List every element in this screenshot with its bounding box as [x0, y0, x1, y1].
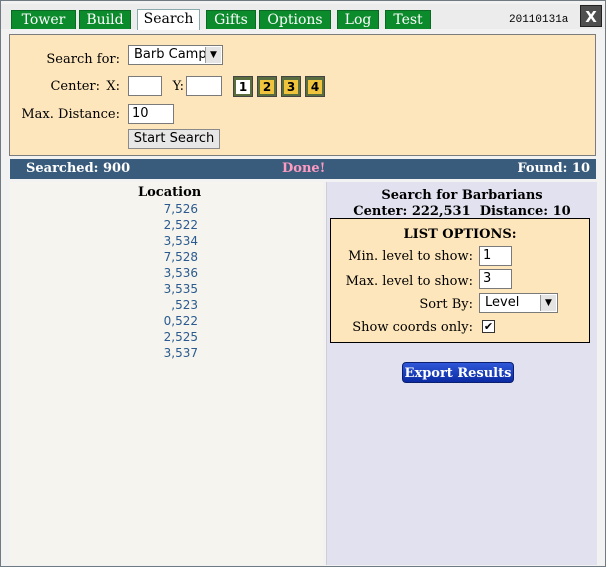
location-link[interactable]: 3,537	[138, 346, 198, 360]
chevron-down-icon: ▼	[205, 47, 221, 63]
y-label: Y:	[172, 79, 184, 94]
chevron-down-icon: ▼	[540, 295, 556, 311]
location-link[interactable]: 3,535	[138, 282, 198, 296]
version-label: 20110131a	[509, 14, 569, 26]
city-4-label: 4	[308, 80, 322, 94]
sort-by-label: Sort By:	[419, 297, 473, 312]
location-link[interactable]: 2,522	[138, 218, 198, 232]
city-4-button[interactable]: 4	[305, 76, 325, 97]
list-options-header: LIST OPTIONS:	[403, 227, 517, 242]
summary-center-distance: Center: 222,531 Distance: 10	[327, 204, 597, 219]
city-3-button[interactable]: 3	[281, 76, 301, 97]
city-1-button[interactable]: 1	[233, 76, 253, 97]
list-options-box: LIST OPTIONS: Min. level to show: 1 Max.…	[330, 218, 590, 343]
tab-test[interactable]: Test	[385, 10, 431, 29]
x-coordinate-input[interactable]	[128, 76, 162, 96]
max-distance-label: Max. Distance:	[21, 107, 120, 122]
tab-options[interactable]: Options	[259, 10, 331, 29]
summary-title: Search for Barbarians	[381, 188, 543, 203]
city-2-label: 2	[260, 80, 274, 94]
searched-count: Searched: 900	[26, 161, 131, 176]
results-pane: Location 7,526 2,522 3,534 7,528 3,536 3…	[10, 182, 323, 565]
location-link[interactable]: 7,528	[138, 250, 198, 264]
close-button[interactable]: X	[580, 5, 602, 27]
tab-build[interactable]: Build	[79, 10, 131, 29]
city-1-label: 1	[236, 80, 250, 94]
tab-tower[interactable]: Tower	[11, 10, 76, 29]
city-2-button[interactable]: 2	[257, 76, 277, 97]
min-level-input[interactable]: 1	[479, 246, 512, 266]
min-level-label: Min. level to show:	[348, 249, 473, 264]
search-for-label: Search for:	[46, 52, 120, 67]
max-level-label: Max. level to show:	[345, 274, 473, 289]
checkmark-icon: ✔	[483, 320, 494, 333]
show-coords-checkbox[interactable]: ✔	[482, 320, 495, 333]
max-level-input[interactable]: 3	[479, 269, 512, 289]
location-header: Location	[138, 185, 202, 200]
y-coordinate-input[interactable]	[186, 76, 222, 96]
start-search-button[interactable]: Start Search	[128, 129, 220, 149]
center-label: Center:	[50, 79, 100, 94]
search-type-value: Barb Camp	[134, 47, 207, 62]
max-distance-input[interactable]: 10	[128, 104, 174, 124]
export-results-button[interactable]: Export Results	[402, 362, 514, 383]
tab-bar: Tower Build Search Gifts Options Log Tes…	[1, 4, 605, 30]
sort-by-select[interactable]: Level ▼	[479, 293, 558, 313]
tab-log[interactable]: Log	[337, 10, 379, 29]
sort-by-value: Level	[485, 295, 520, 310]
location-link[interactable]: 2,525	[138, 330, 198, 344]
location-link[interactable]: ,523	[138, 298, 198, 312]
found-count: Found: 10	[517, 161, 590, 176]
location-link[interactable]: 3,534	[138, 234, 198, 248]
location-link[interactable]: 7,526	[138, 202, 198, 216]
tab-search[interactable]: Search	[137, 9, 200, 30]
summary-distance: Distance: 10	[479, 204, 571, 219]
done-status: Done!	[282, 161, 326, 176]
x-label: X:	[106, 79, 120, 94]
summary-center: Center: 222,531	[353, 204, 471, 219]
tab-gifts[interactable]: Gifts	[206, 10, 256, 29]
status-bar: Searched: 900 Done! Found: 10	[10, 159, 596, 179]
location-link[interactable]: 0,522	[138, 314, 198, 328]
city-3-label: 3	[284, 80, 298, 94]
search-type-select[interactable]: Barb Camp ▼	[128, 45, 223, 65]
location-link[interactable]: 3,536	[138, 266, 198, 280]
show-coords-label: Show coords only:	[352, 320, 473, 335]
